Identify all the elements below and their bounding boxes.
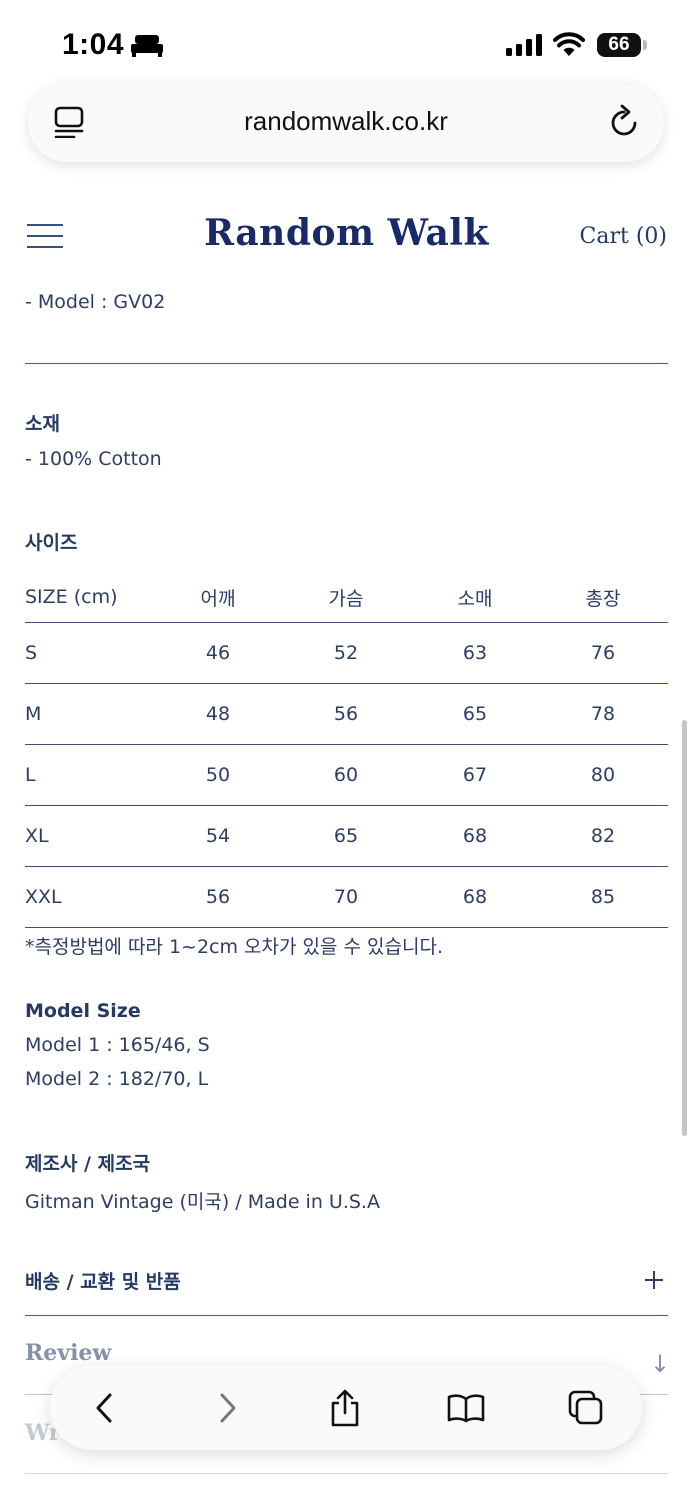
table-cell: 78 bbox=[590, 703, 616, 725]
model-size-line: Model 2 : 182/70, L bbox=[25, 1068, 209, 1090]
url-bar[interactable]: randomwalk.co.kr bbox=[28, 84, 664, 162]
bookmarks-icon bbox=[447, 1394, 485, 1423]
table-cell: 48 bbox=[205, 703, 231, 725]
table-cell: 67 bbox=[462, 764, 488, 786]
tabs-icon bbox=[568, 1390, 603, 1425]
table-cell: S bbox=[25, 642, 38, 664]
divider bbox=[25, 363, 668, 364]
material-value: - 100% Cotton bbox=[25, 448, 162, 470]
table-header-row: SIZE (cm) 어깨 가슴 소매 총장 bbox=[25, 572, 668, 623]
table-cell: 76 bbox=[590, 642, 616, 664]
table-cell: XL bbox=[25, 825, 49, 847]
table-cell: 50 bbox=[205, 764, 231, 786]
table-header-cell: 소매 bbox=[457, 587, 493, 610]
table-cell: M bbox=[25, 703, 42, 725]
table-row: L 50 60 67 80 bbox=[25, 745, 668, 806]
table-cell: 56 bbox=[205, 886, 231, 908]
back-button[interactable] bbox=[82, 1386, 126, 1430]
material-heading: 소재 bbox=[25, 413, 60, 435]
model-size-heading: Model Size bbox=[25, 1000, 141, 1022]
url-text[interactable]: randomwalk.co.kr bbox=[28, 106, 664, 137]
table-cell: XXL bbox=[25, 886, 62, 908]
scrollbar[interactable] bbox=[682, 720, 687, 1136]
table-cell: 80 bbox=[590, 764, 616, 786]
wifi-icon bbox=[553, 32, 585, 56]
table-header-cell: 어깨 bbox=[200, 587, 236, 610]
table-cell: 54 bbox=[205, 825, 231, 847]
signal-icon bbox=[506, 34, 542, 56]
status-bar: 1:04 66 bbox=[0, 0, 693, 90]
size-heading: 사이즈 bbox=[25, 532, 78, 554]
manufacturer-value: Gitman Vintage (미국) / Made in U.S.A bbox=[25, 1191, 380, 1213]
table-cell: 82 bbox=[590, 825, 616, 847]
status-time: 1:04 bbox=[62, 28, 125, 61]
browser-toolbar bbox=[50, 1366, 642, 1450]
bed-icon bbox=[131, 35, 163, 57]
plus-icon[interactable] bbox=[643, 1269, 665, 1291]
cart-link[interactable]: Cart (0) bbox=[580, 224, 667, 249]
forward-icon bbox=[220, 1393, 236, 1423]
share-button[interactable] bbox=[323, 1386, 367, 1430]
size-note: *측정방법에 따라 1~2cm 오차가 있을 수 있습니다. bbox=[25, 936, 443, 958]
table-cell: 70 bbox=[333, 886, 359, 908]
forward-button[interactable] bbox=[206, 1386, 250, 1430]
table-row: M 48 56 65 78 bbox=[25, 684, 668, 745]
table-row: XXL 56 70 68 85 bbox=[25, 867, 668, 928]
table-cell: L bbox=[25, 764, 36, 786]
table-cell: 60 bbox=[333, 764, 359, 786]
table-cell: 46 bbox=[205, 642, 231, 664]
tabs-button[interactable] bbox=[564, 1386, 608, 1430]
table-row: XL 54 65 68 82 bbox=[25, 806, 668, 867]
share-icon bbox=[331, 1389, 359, 1427]
shipping-accordion[interactable]: 배송 / 교환 및 반품 bbox=[25, 1267, 181, 1294]
model-line: - Model : GV02 bbox=[25, 291, 166, 313]
table-cell: 85 bbox=[590, 886, 616, 908]
size-table: SIZE (cm) 어깨 가슴 소매 총장 S 46 52 63 76 M 48… bbox=[25, 572, 668, 928]
manufacturer-heading: 제조사 / 제조국 bbox=[25, 1153, 151, 1175]
arrow-down-icon[interactable]: ↓ bbox=[650, 1350, 670, 1378]
table-cell: 65 bbox=[333, 825, 359, 847]
battery-indicator: 66 bbox=[597, 33, 641, 57]
model-size-line: Model 1 : 165/46, S bbox=[25, 1034, 210, 1056]
table-row: S 46 52 63 76 bbox=[25, 623, 668, 684]
bookmarks-button[interactable] bbox=[444, 1386, 488, 1430]
review-accordion[interactable]: Review bbox=[25, 1340, 111, 1366]
reload-icon[interactable] bbox=[610, 104, 640, 138]
battery-tip bbox=[643, 40, 647, 50]
table-cell: 68 bbox=[462, 886, 488, 908]
table-header-cell: SIZE (cm) bbox=[25, 586, 118, 608]
table-cell: 56 bbox=[333, 703, 359, 725]
table-cell: 63 bbox=[462, 642, 488, 664]
table-cell: 65 bbox=[462, 703, 488, 725]
divider bbox=[25, 1473, 668, 1474]
table-cell: 52 bbox=[333, 642, 359, 664]
back-icon bbox=[96, 1393, 112, 1423]
divider bbox=[25, 1315, 668, 1316]
table-header-cell: 총장 bbox=[585, 587, 621, 610]
table-header-cell: 가슴 bbox=[328, 587, 364, 610]
table-cell: 68 bbox=[462, 825, 488, 847]
